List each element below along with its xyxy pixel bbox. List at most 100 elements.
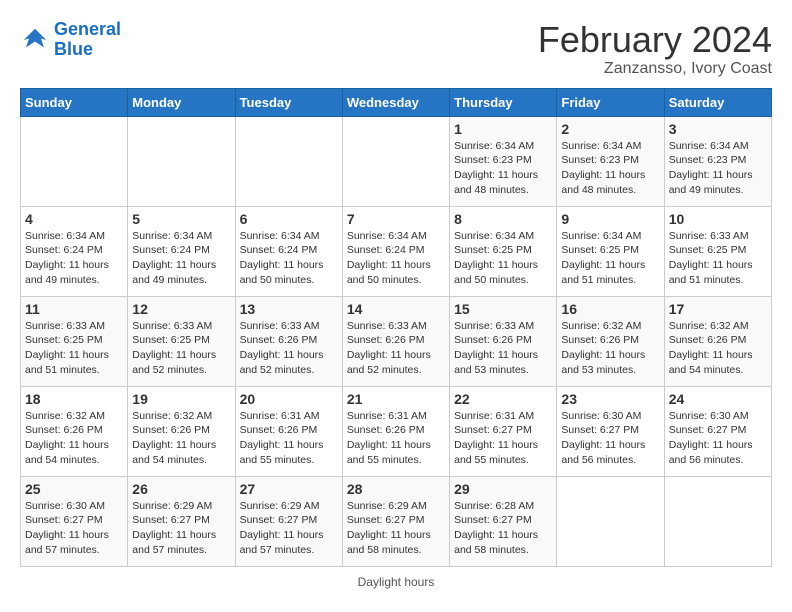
calendar-cell: 8 Sunrise: 6:34 AMSunset: 6:25 PMDaylight…	[450, 206, 557, 296]
day-number: 3	[669, 121, 767, 137]
calendar-cell	[128, 116, 235, 206]
day-number: 10	[669, 211, 767, 227]
calendar-cell: 3 Sunrise: 6:34 AMSunset: 6:23 PMDaylight…	[664, 116, 771, 206]
day-number: 16	[561, 301, 659, 317]
day-number: 29	[454, 481, 552, 497]
day-number: 18	[25, 391, 123, 407]
calendar-cell: 1Sunrise: 6:34 AMSunset: 6:23 PMDaylight…	[450, 116, 557, 206]
calendar-cell: 11 Sunrise: 6:33 AMSunset: 6:25 PMDayligh…	[21, 296, 128, 386]
calendar-cell: 2 Sunrise: 6:34 AMSunset: 6:23 PMDaylight…	[557, 116, 664, 206]
calendar-cell: 25 Sunrise: 6:30 AMSunset: 6:27 PMDayligh…	[21, 476, 128, 566]
day-number: 21	[347, 391, 445, 407]
day-info: Sunrise: 6:34 AMSunset: 6:25 PMDaylight:…	[561, 229, 659, 288]
calendar-cell: 7Sunrise: 6:34 AMSunset: 6:24 PMDaylight…	[342, 206, 449, 296]
day-number: 1	[454, 121, 552, 137]
daylight-label: Daylight hours	[358, 575, 435, 589]
day-number: 24	[669, 391, 767, 407]
calendar-table: SundayMondayTuesdayWednesdayThursdayFrid…	[20, 88, 772, 567]
day-number: 19	[132, 391, 230, 407]
calendar-cell: 24 Sunrise: 6:30 AMSunset: 6:27 PMDayligh…	[664, 386, 771, 476]
day-info: Sunrise: 6:33 AMSunset: 6:25 PMDaylight:…	[25, 319, 123, 378]
weekday-header-sunday: Sunday	[21, 88, 128, 116]
calendar-cell: 21 Sunrise: 6:31 AMSunset: 6:26 PMDayligh…	[342, 386, 449, 476]
day-number: 8	[454, 211, 552, 227]
calendar-cell	[235, 116, 342, 206]
calendar-title: February 2024	[538, 20, 772, 60]
calendar-cell: 13Sunrise: 6:33 AMSunset: 6:26 PMDayligh…	[235, 296, 342, 386]
calendar-cell: 14 Sunrise: 6:33 AMSunset: 6:26 PMDayligh…	[342, 296, 449, 386]
weekday-header-wednesday: Wednesday	[342, 88, 449, 116]
day-number: 26	[132, 481, 230, 497]
logo: General Blue	[20, 20, 121, 60]
calendar-cell: 10 Sunrise: 6:33 AMSunset: 6:25 PMDayligh…	[664, 206, 771, 296]
day-number: 2	[561, 121, 659, 137]
calendar-cell: 20Sunrise: 6:31 AMSunset: 6:26 PMDayligh…	[235, 386, 342, 476]
day-number: 5	[132, 211, 230, 227]
calendar-cell: 15 Sunrise: 6:33 AMSunset: 6:26 PMDayligh…	[450, 296, 557, 386]
day-info: Sunrise: 6:33 AMSunset: 6:26 PMDaylight:…	[454, 319, 552, 378]
calendar-cell: 9 Sunrise: 6:34 AMSunset: 6:25 PMDaylight…	[557, 206, 664, 296]
day-info: Sunrise: 6:34 AMSunset: 6:23 PMDaylight:…	[669, 139, 767, 198]
calendar-cell: 26 Sunrise: 6:29 AMSunset: 6:27 PMDayligh…	[128, 476, 235, 566]
day-number: 14	[347, 301, 445, 317]
calendar-week-2: 4Sunrise: 6:34 AMSunset: 6:24 PMDaylight…	[21, 206, 772, 296]
calendar-cell	[557, 476, 664, 566]
day-info: Sunrise: 6:33 AMSunset: 6:26 PMDaylight:…	[347, 319, 445, 378]
weekday-header-monday: Monday	[128, 88, 235, 116]
calendar-cell: 18 Sunrise: 6:32 AMSunset: 6:26 PMDayligh…	[21, 386, 128, 476]
calendar-subtitle: Zanzansso, Ivory Coast	[538, 60, 772, 78]
day-info: Sunrise: 6:33 AMSunset: 6:26 PMDaylight:…	[240, 319, 338, 378]
weekday-header-thursday: Thursday	[450, 88, 557, 116]
page-header: General Blue February 2024 Zanzansso, Iv…	[20, 20, 772, 78]
logo-icon	[20, 25, 50, 55]
day-number: 9	[561, 211, 659, 227]
day-info: Sunrise: 6:30 AMSunset: 6:27 PMDaylight:…	[561, 409, 659, 468]
day-number: 7	[347, 211, 445, 227]
day-info: Sunrise: 6:30 AMSunset: 6:27 PMDaylight:…	[669, 409, 767, 468]
day-info: Sunrise: 6:28 AMSunset: 6:27 PMDaylight:…	[454, 499, 552, 558]
calendar-cell: 19Sunrise: 6:32 AMSunset: 6:26 PMDayligh…	[128, 386, 235, 476]
day-info: Sunrise: 6:32 AMSunset: 6:26 PMDaylight:…	[669, 319, 767, 378]
day-number: 11	[25, 301, 123, 317]
day-info: Sunrise: 6:34 AMSunset: 6:24 PMDaylight:…	[132, 229, 230, 288]
calendar-week-5: 25 Sunrise: 6:30 AMSunset: 6:27 PMDayligh…	[21, 476, 772, 566]
day-info: Sunrise: 6:30 AMSunset: 6:27 PMDaylight:…	[25, 499, 123, 558]
day-number: 6	[240, 211, 338, 227]
calendar-cell: 29 Sunrise: 6:28 AMSunset: 6:27 PMDayligh…	[450, 476, 557, 566]
day-number: 25	[25, 481, 123, 497]
day-info: Sunrise: 6:31 AMSunset: 6:26 PMDaylight:…	[347, 409, 445, 468]
calendar-cell: 22Sunrise: 6:31 AMSunset: 6:27 PMDayligh…	[450, 386, 557, 476]
day-info: Sunrise: 6:32 AMSunset: 6:26 PMDaylight:…	[25, 409, 123, 468]
weekday-header-saturday: Saturday	[664, 88, 771, 116]
calendar-cell: 5 Sunrise: 6:34 AMSunset: 6:24 PMDaylight…	[128, 206, 235, 296]
day-number: 27	[240, 481, 338, 497]
calendar-cell: 16 Sunrise: 6:32 AMSunset: 6:26 PMDayligh…	[557, 296, 664, 386]
calendar-cell: 23Sunrise: 6:30 AMSunset: 6:27 PMDayligh…	[557, 386, 664, 476]
day-info: Sunrise: 6:34 AMSunset: 6:25 PMDaylight:…	[454, 229, 552, 288]
calendar-legend: Daylight hours	[20, 575, 772, 589]
calendar-cell	[21, 116, 128, 206]
title-block: February 2024 Zanzansso, Ivory Coast	[538, 20, 772, 78]
day-info: Sunrise: 6:34 AMSunset: 6:24 PMDaylight:…	[25, 229, 123, 288]
day-info: Sunrise: 6:32 AMSunset: 6:26 PMDaylight:…	[561, 319, 659, 378]
logo-text: General Blue	[54, 20, 121, 60]
day-info: Sunrise: 6:31 AMSunset: 6:27 PMDaylight:…	[454, 409, 552, 468]
calendar-week-4: 18 Sunrise: 6:32 AMSunset: 6:26 PMDayligh…	[21, 386, 772, 476]
logo-line1: General	[54, 19, 121, 39]
logo-line2: Blue	[54, 39, 93, 59]
day-number: 15	[454, 301, 552, 317]
calendar-cell: 27 Sunrise: 6:29 AMSunset: 6:27 PMDayligh…	[235, 476, 342, 566]
day-info: Sunrise: 6:34 AMSunset: 6:23 PMDaylight:…	[561, 139, 659, 198]
calendar-week-3: 11 Sunrise: 6:33 AMSunset: 6:25 PMDayligh…	[21, 296, 772, 386]
day-info: Sunrise: 6:29 AMSunset: 6:27 PMDaylight:…	[132, 499, 230, 558]
day-number: 20	[240, 391, 338, 407]
calendar-cell: 17Sunrise: 6:32 AMSunset: 6:26 PMDayligh…	[664, 296, 771, 386]
day-number: 12	[132, 301, 230, 317]
day-info: Sunrise: 6:33 AMSunset: 6:25 PMDaylight:…	[669, 229, 767, 288]
calendar-cell: 28Sunrise: 6:29 AMSunset: 6:27 PMDayligh…	[342, 476, 449, 566]
day-info: Sunrise: 6:29 AMSunset: 6:27 PMDaylight:…	[240, 499, 338, 558]
calendar-cell	[342, 116, 449, 206]
calendar-week-1: 1 Sunrise: 6:34 AMSunset: 6:23 PMDaylight…	[21, 116, 772, 206]
calendar-header: SundayMondayTuesdayWednesdayThursdayFrid…	[21, 88, 772, 116]
calendar-cell: 4Sunrise: 6:34 AMSunset: 6:24 PMDaylight…	[21, 206, 128, 296]
